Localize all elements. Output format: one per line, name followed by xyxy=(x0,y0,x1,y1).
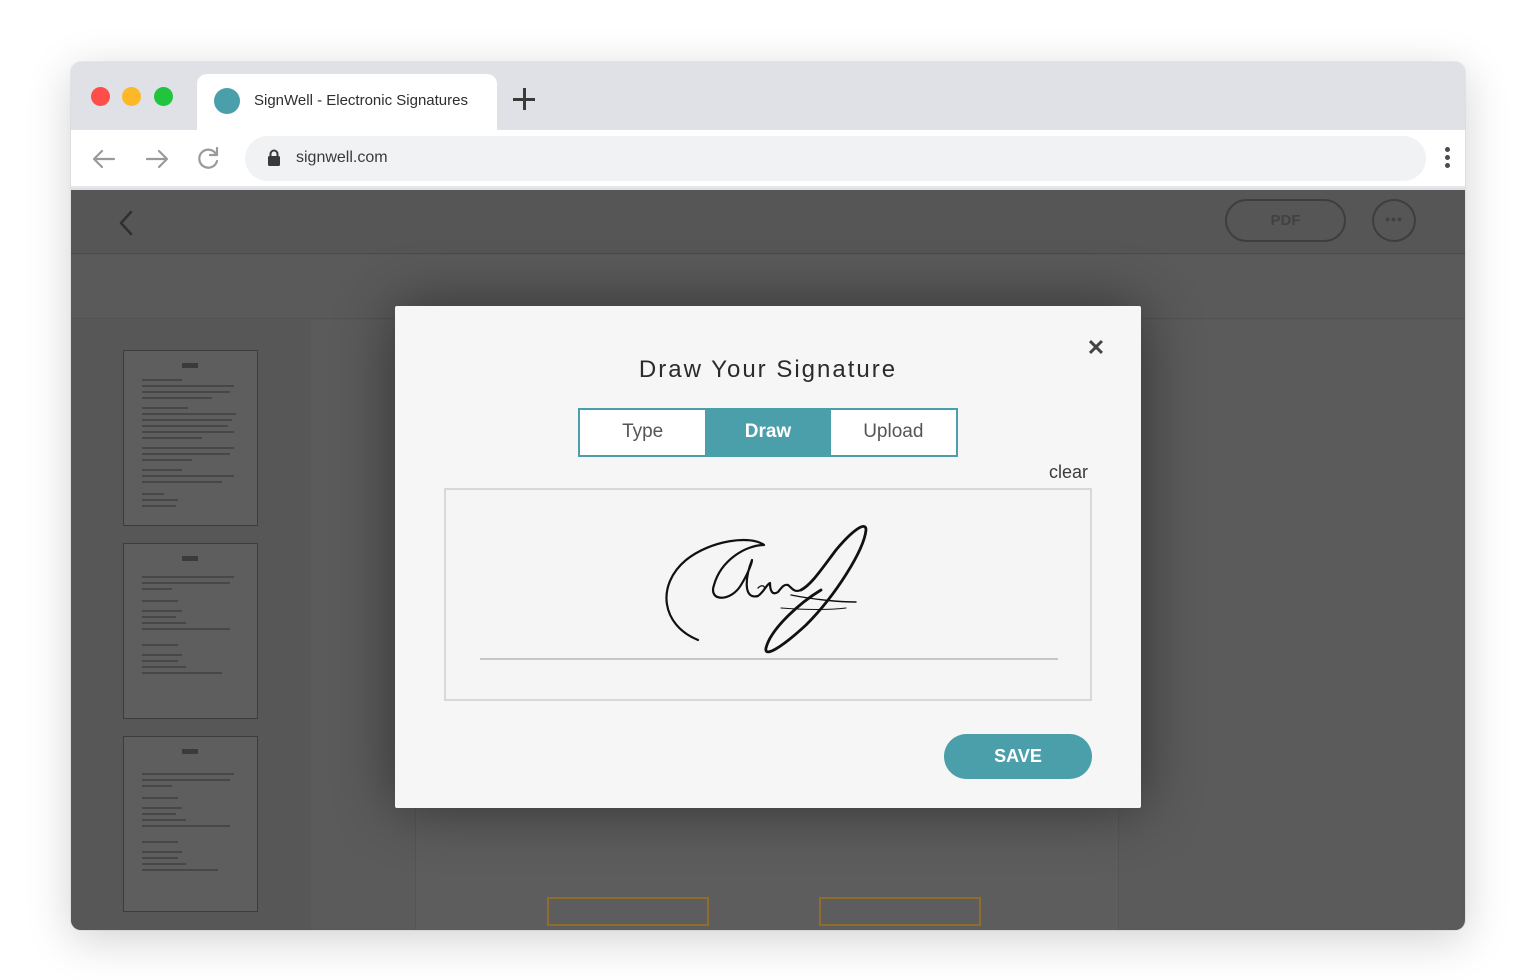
modal-title: Draw Your Signature xyxy=(638,356,898,383)
minimize-icon[interactable] xyxy=(122,87,141,106)
title-bar: SignWell - Electronic Signatures xyxy=(71,62,1465,134)
save-button[interactable]: SAVE xyxy=(944,734,1092,779)
new-tab-icon[interactable] xyxy=(511,86,537,112)
browser-toolbar: signwell.com xyxy=(71,130,1465,188)
reload-icon[interactable] xyxy=(193,144,223,174)
signature-modal: ✕ Draw Your Signature Type Draw Upload c… xyxy=(395,306,1141,808)
lock-icon xyxy=(268,149,280,166)
url-text: signwell.com xyxy=(296,149,388,166)
page-thumbnail[interactable] xyxy=(123,543,258,719)
page-thumbnail[interactable] xyxy=(123,350,258,526)
chevron-left-icon[interactable] xyxy=(113,206,139,240)
clear-link[interactable]: clear xyxy=(1049,462,1088,483)
close-window-icon[interactable] xyxy=(91,87,110,106)
tab-draw[interactable]: Draw xyxy=(705,410,831,455)
more-options-button[interactable]: ••• xyxy=(1372,199,1416,242)
browser-tab[interactable]: SignWell - Electronic Signatures xyxy=(197,74,497,134)
pdf-button[interactable]: PDF xyxy=(1225,199,1346,242)
signature-field[interactable] xyxy=(547,897,709,926)
tab-type[interactable]: Type xyxy=(580,410,705,455)
signature-baseline xyxy=(480,658,1058,660)
signature-canvas[interactable] xyxy=(444,488,1092,701)
page-thumbnails-sidebar xyxy=(71,320,311,930)
address-bar[interactable]: signwell.com xyxy=(245,136,1426,181)
back-arrow-icon[interactable] xyxy=(89,144,119,174)
maximize-icon[interactable] xyxy=(154,87,173,106)
favicon-icon xyxy=(214,88,240,114)
page-thumbnail[interactable] xyxy=(123,736,258,912)
drawn-signature xyxy=(665,524,868,654)
forward-arrow-icon[interactable] xyxy=(142,144,172,174)
tab-title: SignWell - Electronic Signatures xyxy=(254,92,468,109)
app-header: PDF ••• xyxy=(71,190,1465,254)
kebab-menu-icon[interactable] xyxy=(1443,147,1451,171)
signature-field[interactable] xyxy=(819,897,981,926)
tab-upload[interactable]: Upload xyxy=(831,410,956,455)
signature-mode-tabs: Type Draw Upload xyxy=(578,408,958,457)
